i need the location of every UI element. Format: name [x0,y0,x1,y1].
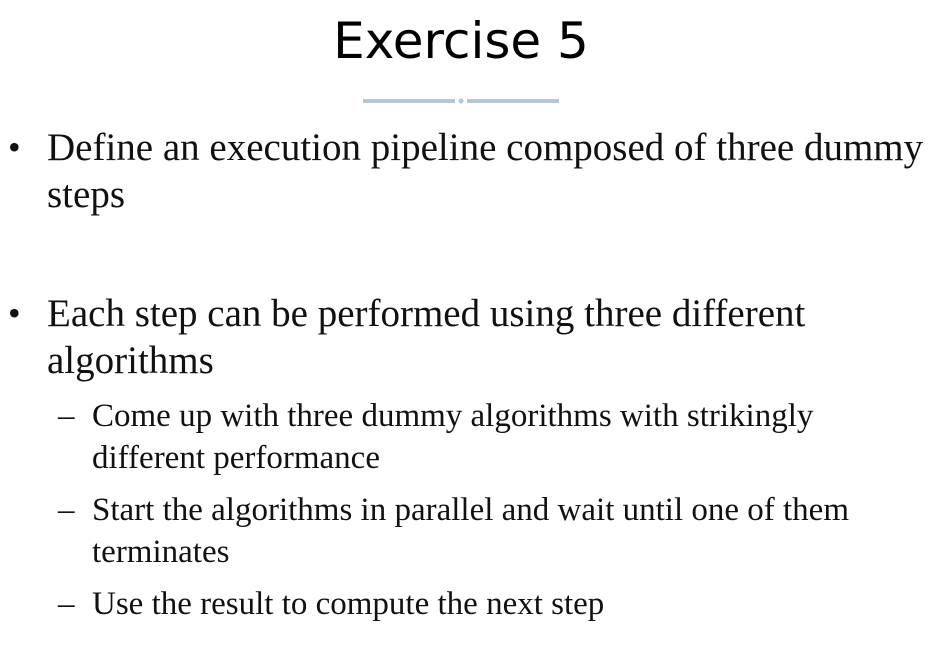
bullet-dot: • [8,127,21,167]
sub-bullet-text: Start the algorithms in parallel and wai… [92,492,849,570]
bullet-dot: • [8,293,21,333]
sub-bullet-dash: – [58,586,75,622]
sub-bullet-text: Come up with three dummy algorithms with… [92,398,814,476]
sub-bullet-dash: – [58,492,75,528]
slide-body: • Define an execution pipeline composed … [0,124,940,635]
sub-bullet-item: – Come up with three dummy algorithms wi… [0,395,882,479]
slide-title: Exercise 5 [333,12,589,70]
bullet-text: Define an execution pipeline composed of… [47,126,924,216]
bullet-item: • Define an execution pipeline composed … [0,124,940,218]
title-divider [363,98,559,104]
sub-bullet-item: – Start the algorithms in parallel and w… [0,489,882,573]
sub-bullet-item: – Use the result to compute the next ste… [0,583,882,625]
sub-bullet-list: – Come up with three dummy algorithms wi… [0,395,940,625]
bullet-text: Each step can be performed using three d… [47,292,806,382]
sub-bullet-dash: – [58,398,75,434]
bullet-item: • Each step can be performed using three… [0,290,940,384]
sub-bullet-text: Use the result to compute the next step [92,586,605,622]
